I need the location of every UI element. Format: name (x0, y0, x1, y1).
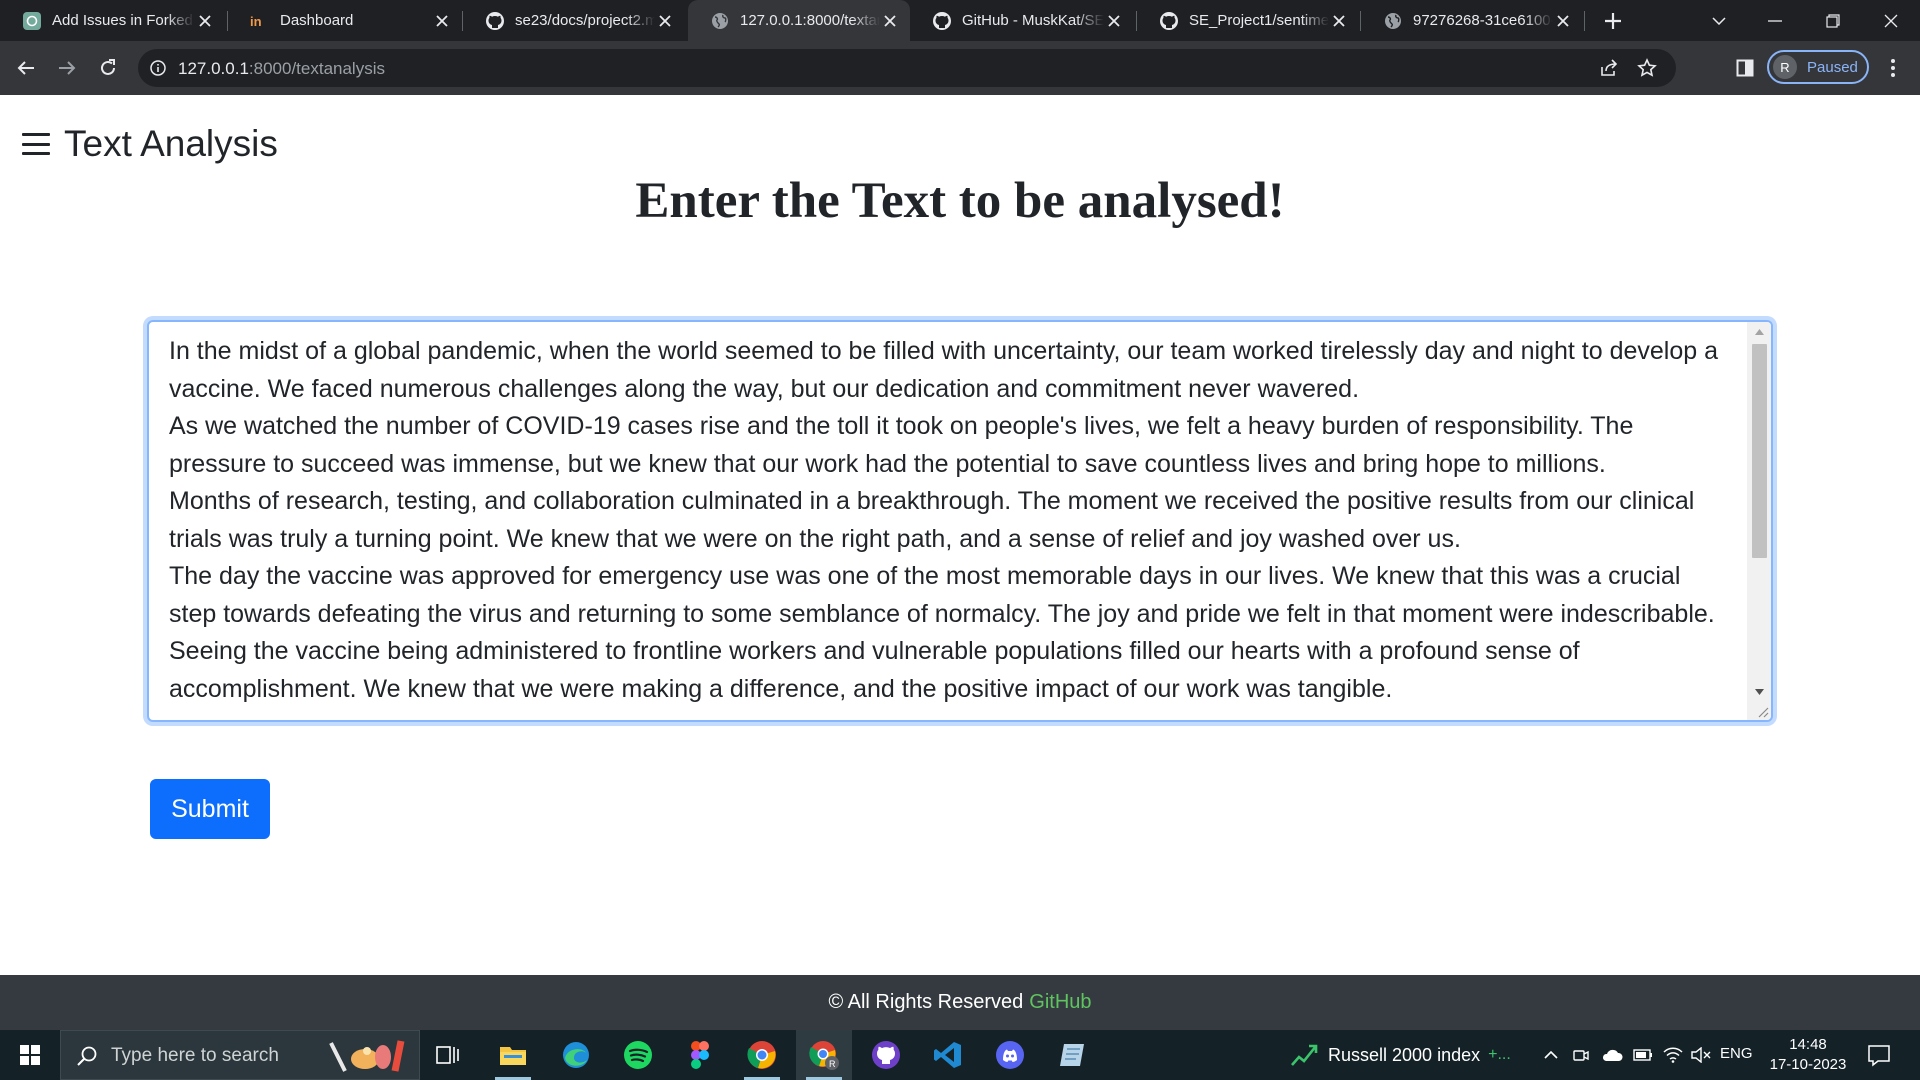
forward-arrow-icon[interactable] (51, 52, 83, 84)
globe-icon (1383, 11, 1403, 31)
hamburger-menu-icon[interactable] (22, 130, 50, 158)
notifications-icon[interactable] (1866, 1042, 1892, 1068)
back-arrow-icon[interactable] (10, 52, 42, 84)
tab-title: GitHub - MuskKat/SE (962, 12, 1104, 29)
wifi-icon[interactable] (1660, 1030, 1686, 1080)
tab-title: Dashboard (280, 12, 354, 29)
navbar-brand[interactable]: Text Analysis (64, 123, 278, 165)
tab-add-issues[interactable]: Add Issues in Forked (0, 0, 225, 41)
textarea-scrollbar[interactable] (1747, 322, 1771, 720)
meet-now-icon[interactable] (1568, 1030, 1594, 1080)
close-tab-icon[interactable] (880, 11, 900, 31)
scroll-up-arrow-icon[interactable] (1747, 322, 1771, 342)
stock-widget[interactable]: Russell 2000 index +... (1290, 1030, 1511, 1080)
address-bar[interactable]: 127.0.0.1:8000/textanalysis (138, 49, 1676, 87)
windows-taskbar: Type here to search R Russell 2000 index… (0, 1030, 1920, 1080)
figma-icon[interactable] (672, 1030, 728, 1080)
browser-tab-strip: Add Issues in Forked in Dashboard se23/d… (0, 0, 1920, 41)
notes-app-icon[interactable] (1044, 1030, 1100, 1080)
github-icon (932, 11, 952, 31)
footer-github-link[interactable]: GitHub (1029, 991, 1091, 1014)
tab-github-muskkat[interactable]: GitHub - MuskKat/SE (910, 0, 1134, 41)
windows-start-icon[interactable] (0, 1030, 60, 1080)
chrome-active-profile-icon[interactable]: R (796, 1030, 852, 1080)
globe-icon (710, 11, 730, 31)
search-icon (77, 1046, 97, 1066)
close-tab-icon[interactable] (432, 11, 452, 31)
discord-icon[interactable] (982, 1030, 1038, 1080)
system-clock[interactable]: 14:48 17-10-2023 (1758, 1035, 1858, 1075)
scrollbar-thumb[interactable] (1752, 344, 1767, 558)
tab-title: SE_Project1/sentimen (1189, 12, 1329, 29)
volume-muted-icon[interactable] (1688, 1030, 1714, 1080)
close-tab-icon[interactable] (195, 11, 215, 31)
restore-icon[interactable] (1804, 0, 1862, 41)
page-heading: Enter the Text to be analysed! (635, 173, 1285, 229)
vscode-icon[interactable] (920, 1030, 976, 1080)
show-hidden-icons-chevron-icon[interactable] (1538, 1030, 1564, 1080)
svg-text:in: in (250, 14, 262, 28)
tab-title: se23/docs/project2.m (515, 12, 655, 29)
tab-text-analysis[interactable]: 127.0.0.1:8000/textan (688, 0, 910, 41)
tab-search-chevron-icon[interactable] (1690, 0, 1748, 41)
stock-change: +... (1488, 1046, 1511, 1063)
onedrive-cloud-icon[interactable] (1598, 1030, 1626, 1080)
spotify-icon[interactable] (610, 1030, 666, 1080)
analysis-text-input[interactable]: In the midst of a global pandemic, when … (149, 322, 1747, 720)
scroll-down-arrow-icon[interactable] (1747, 682, 1771, 702)
github-icon (485, 11, 505, 31)
svg-text:R: R (829, 1059, 836, 1069)
chatgpt-icon (22, 11, 42, 31)
tab-se23-docs[interactable]: se23/docs/project2.m (463, 0, 685, 41)
clock-date: 17-10-2023 (1769, 1056, 1847, 1073)
stock-name: Russell 2000 index (1328, 1044, 1481, 1065)
stock-chart-icon (1291, 1044, 1318, 1066)
minimize-icon[interactable] (1746, 0, 1804, 41)
tab-title: 127.0.0.1:8000/textan (740, 12, 880, 29)
share-icon[interactable] (1598, 57, 1620, 79)
bookmark-star-icon[interactable] (1636, 57, 1658, 79)
close-tab-icon[interactable] (1329, 11, 1349, 31)
new-tab-plus-icon[interactable] (1600, 8, 1626, 34)
submit-button[interactable]: Submit (150, 779, 270, 839)
close-tab-icon[interactable] (1553, 11, 1573, 31)
more-menu-icon[interactable] (1878, 53, 1908, 83)
profile-button[interactable]: R Paused (1767, 50, 1869, 84)
file-explorer-icon[interactable] (485, 1030, 541, 1080)
tab-title: 97276268-31ce6100- (1413, 12, 1553, 29)
taskbar-search[interactable]: Type here to search (60, 1030, 420, 1080)
side-panel-icon[interactable] (1730, 53, 1760, 83)
tab-dashboard[interactable]: in Dashboard (228, 0, 462, 41)
battery-icon[interactable] (1630, 1030, 1656, 1080)
language-indicator[interactable]: ENG (1720, 1045, 1753, 1062)
footer-copyright: © All Rights Reserved (828, 991, 1024, 1013)
tab-image-file[interactable]: 97276268-31ce6100- (1361, 0, 1583, 41)
github-icon (1159, 11, 1179, 31)
close-tab-icon[interactable] (1104, 11, 1124, 31)
url-host: 127.0.0.1 (178, 59, 249, 78)
reload-icon[interactable] (92, 52, 124, 84)
task-view-icon[interactable] (420, 1030, 476, 1080)
profile-status: Paused (1807, 58, 1858, 76)
tab-se-project1[interactable]: SE_Project1/sentimen (1137, 0, 1359, 41)
github-desktop-icon[interactable] (858, 1030, 914, 1080)
url-path: :8000/textanalysis (248, 59, 385, 78)
brand-logo-icon: in (250, 11, 270, 31)
navbar: Text Analysis (22, 120, 278, 168)
page-footer: © All Rights Reserved GitHub (0, 975, 1920, 1030)
search-highlight-illustration-icon (329, 1040, 405, 1072)
resize-grip-icon[interactable] (1755, 704, 1769, 718)
url-text: 127.0.0.1:8000/textanalysis (178, 59, 385, 79)
avatar: R (1773, 55, 1797, 79)
close-window-icon[interactable] (1862, 0, 1920, 41)
site-info-icon[interactable] (148, 58, 168, 78)
search-placeholder: Type here to search (111, 1045, 279, 1066)
browser-toolbar: 127.0.0.1:8000/textanalysis R Paused (0, 41, 1920, 95)
chrome-icon[interactable] (734, 1030, 790, 1080)
tab-title: Add Issues in Forked (52, 12, 193, 29)
close-tab-icon[interactable] (655, 11, 675, 31)
edge-browser-icon[interactable] (548, 1030, 604, 1080)
clock-time: 14:48 (1789, 1036, 1827, 1053)
text-input-container: In the midst of a global pandemic, when … (147, 320, 1773, 722)
